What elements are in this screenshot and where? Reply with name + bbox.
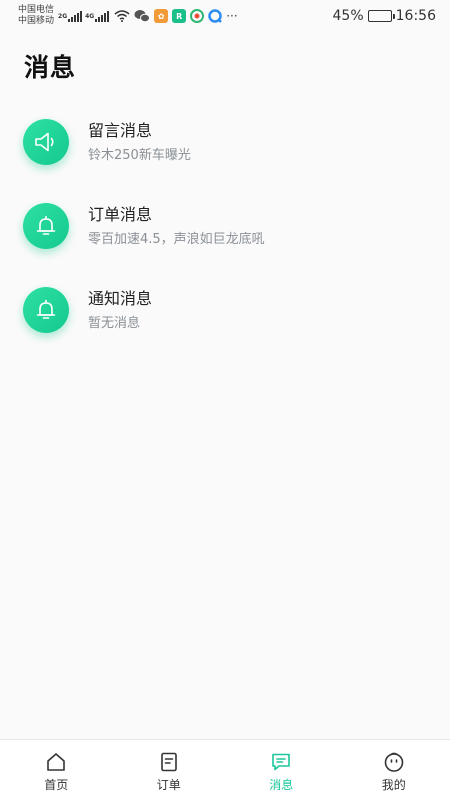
nav-item-messages[interactable]: 消息: [225, 740, 338, 800]
nav-label-profile: 我的: [381, 778, 406, 792]
network-type-1: 2G: [58, 12, 68, 20]
nav-label-orders: 订单: [156, 778, 181, 792]
bell-icon: [36, 299, 56, 319]
home-icon: [47, 753, 66, 771]
wifi-icon: [114, 10, 130, 22]
nav-label-home: 首页: [44, 778, 69, 792]
message-preview: 铃木250新车曝光: [88, 147, 191, 163]
app-notification-icon: R: [172, 9, 187, 23]
nav-item-orders[interactable]: 订单: [113, 740, 226, 800]
status-bar: 中国电信 中国移动 2G 4G ✿ R ··· 45% 16:56: [0, 0, 450, 32]
message-list: 留言消息 铃木250新车曝光 订单消息 零百加速4.5，声浪如巨龙底吼 通知消息…: [0, 100, 450, 352]
message-icon-badge: [23, 119, 69, 165]
signal-bars-icon: [68, 10, 83, 22]
message-icon-badge: [23, 203, 69, 249]
wechat-icon: [134, 10, 151, 23]
order-icon: [160, 752, 177, 772]
message-preview: 暂无消息: [88, 315, 141, 331]
clock: 16:56: [395, 8, 436, 24]
carrier-info: 中国电信 中国移动: [18, 5, 54, 27]
message-title: 通知消息: [88, 288, 153, 308]
bell-icon: [36, 215, 56, 235]
speaker-icon: [35, 132, 54, 152]
app-notification-icon: [190, 9, 205, 23]
message-title: 留言消息: [88, 120, 153, 140]
bottom-nav: 首页 订单 消息 我的: [0, 739, 450, 800]
battery-percent: 45%: [332, 8, 364, 24]
browser-icon: [208, 9, 223, 23]
message-icon: [272, 753, 291, 771]
signal-bars-icon: [95, 10, 110, 22]
battery-icon: [367, 10, 395, 22]
message-item-orders[interactable]: 订单消息 零百加速4.5，声浪如巨龙底吼: [0, 184, 450, 268]
nav-label-messages: 消息: [269, 778, 294, 792]
message-icon-badge: [23, 287, 69, 333]
network-type-2: 4G: [85, 12, 95, 20]
profile-icon: [384, 752, 404, 772]
more-notifications-icon: ···: [226, 9, 238, 23]
nav-item-home[interactable]: 首页: [0, 740, 113, 800]
message-title: 订单消息: [88, 204, 153, 224]
message-preview: 零百加速4.5，声浪如巨龙底吼: [88, 231, 265, 247]
carrier-2: 中国移动: [18, 16, 55, 26]
signal-2: 4G: [85, 10, 110, 22]
signal-1: 2G: [58, 10, 83, 22]
nav-item-profile[interactable]: 我的: [338, 740, 450, 800]
message-item-comments[interactable]: 留言消息 铃木250新车曝光: [0, 100, 450, 184]
app-notification-icon: ✿: [154, 9, 169, 23]
page-title: 消息: [24, 53, 77, 82]
carrier-1: 中国电信: [18, 5, 55, 15]
message-item-notifications[interactable]: 通知消息 暂无消息: [0, 268, 450, 352]
